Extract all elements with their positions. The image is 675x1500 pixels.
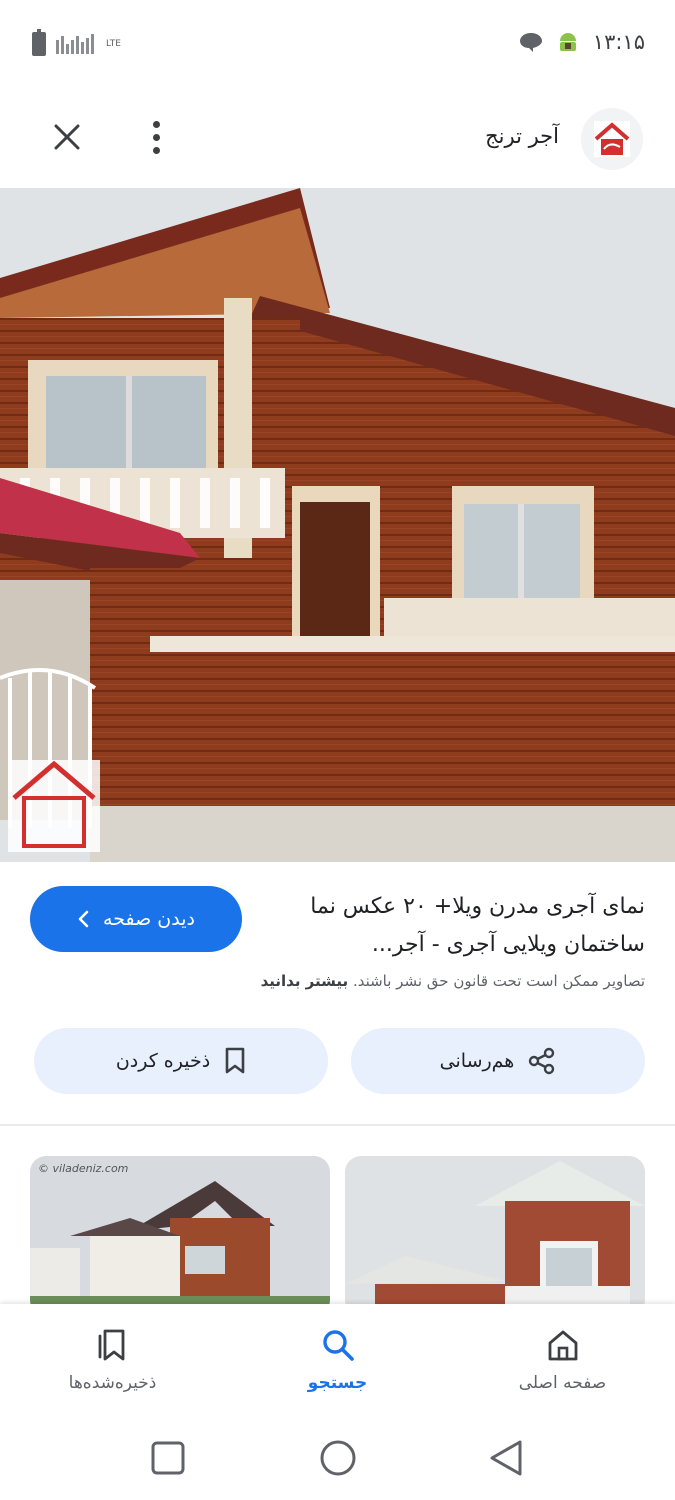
site-logo-icon: [594, 121, 630, 157]
nav-home[interactable]: صفحه اصلی: [450, 1304, 675, 1416]
visit-page-button[interactable]: دیدن صفحه: [30, 886, 242, 952]
clock: ۱۳:۱۵: [592, 30, 645, 54]
image-watermark: © viladeniz.com: [38, 1162, 129, 1175]
save-button[interactable]: ذخیره کردن: [34, 1028, 328, 1094]
nav-saved[interactable]: ذخیره‌شده‌ها: [0, 1304, 225, 1416]
save-label: ذخیره کردن: [115, 1050, 211, 1072]
main-image[interactable]: [0, 188, 675, 862]
bookmark-icon: [225, 1047, 245, 1074]
home-circle-icon: [320, 1440, 356, 1476]
viewer-header: آجر ترنج: [0, 100, 675, 180]
close-button[interactable]: [44, 114, 90, 160]
home-icon: [548, 1330, 577, 1361]
nav-saved-label: ذخیره‌شده‌ها: [68, 1373, 157, 1393]
site-logo[interactable]: [581, 108, 643, 170]
signal-icon: [56, 34, 94, 54]
recents-icon: [151, 1441, 185, 1475]
back-button[interactable]: [484, 1436, 528, 1480]
site-name[interactable]: آجر ترنج: [485, 124, 559, 148]
section-divider: [0, 1124, 675, 1126]
related-image[interactable]: © viladeniz.com: [30, 1156, 330, 1316]
share-button[interactable]: هم‌رسانی: [351, 1028, 645, 1094]
status-right: ۱۳:۱۵: [519, 30, 645, 54]
result-title[interactable]: نمای آجری مدرن ویلا+ ۲۰ عکس نما ساختمان …: [225, 888, 645, 964]
battery-icon: [32, 29, 46, 56]
copyright-notice: تصاویر ممکن است تحت قانون حق نشر باشند. …: [25, 972, 645, 990]
recents-button[interactable]: [146, 1436, 190, 1480]
related-photo: [30, 1156, 330, 1316]
learn-more-link[interactable]: بیشتر بدانید: [261, 972, 349, 990]
bottom-navigation: ذخیره‌شده‌ها جستجو صفحه اصلی: [0, 1304, 675, 1416]
nav-search[interactable]: جستجو: [225, 1304, 450, 1416]
villa-photo: [0, 188, 675, 862]
visit-page-label: دیدن صفحه: [103, 908, 195, 930]
more-dot-icon: [152, 120, 160, 128]
nav-home-label: صفحه اصلی: [518, 1373, 607, 1393]
related-photo: [345, 1156, 645, 1316]
android-icon: [559, 33, 576, 51]
search-icon: [322, 1330, 354, 1361]
more-dot-icon: [152, 146, 160, 154]
related-image[interactable]: [345, 1156, 645, 1316]
share-icon: [529, 1047, 555, 1075]
nav-search-label: جستجو: [307, 1373, 368, 1393]
saved-collections-icon: [98, 1329, 124, 1361]
status-left: LTE: [32, 29, 121, 56]
system-navigation: [0, 1416, 675, 1500]
chevron-left-icon: [78, 910, 89, 928]
close-icon: [54, 124, 80, 150]
back-triangle-icon: [490, 1440, 522, 1476]
chat-icon: [519, 33, 542, 52]
network-type: LTE: [106, 38, 121, 49]
share-label: هم‌رسانی: [439, 1050, 515, 1072]
home-system-button[interactable]: [316, 1436, 360, 1480]
more-dot-icon: [152, 133, 160, 141]
status-bar: LTE ۱۳:۱۵: [0, 0, 675, 90]
more-options-button[interactable]: [136, 114, 176, 160]
copyright-text: تصاویر ممکن است تحت قانون حق نشر باشند.: [352, 972, 645, 990]
